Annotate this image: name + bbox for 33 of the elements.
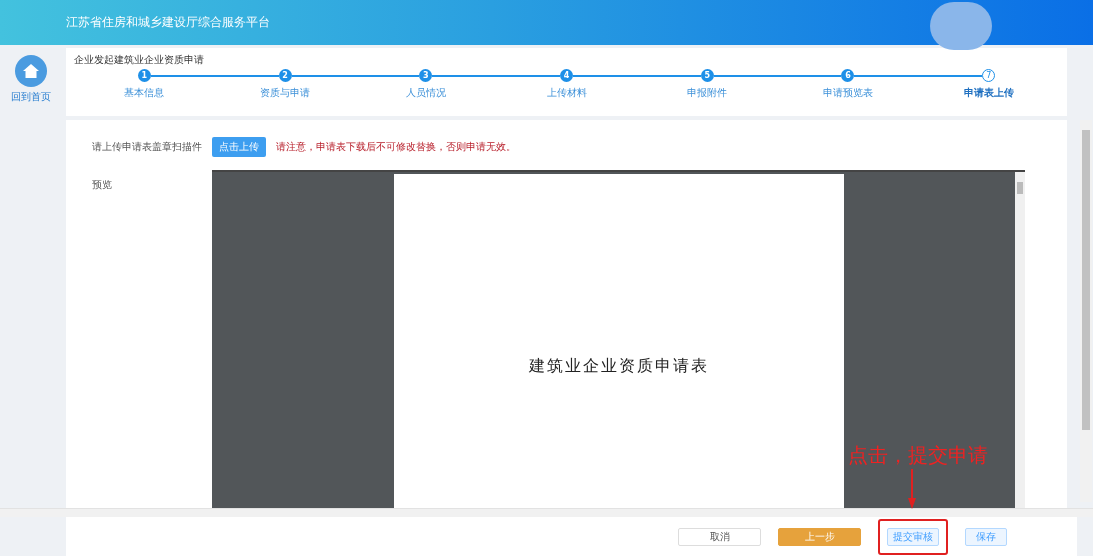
step-label[interactable]: 人员情况: [405, 86, 446, 100]
action-button[interactable]: 保存: [965, 528, 1007, 546]
step-number: 6: [841, 69, 855, 82]
home-icon: [15, 55, 47, 87]
step-label[interactable]: 基本信息: [124, 86, 165, 100]
previous-button[interactable]: 上一步: [778, 528, 861, 546]
step-label[interactable]: 上传材料: [546, 86, 587, 100]
upload-label: 请上传申请表盖章扫描件: [92, 140, 203, 154]
annotation-text: 点击，提交申请: [848, 442, 988, 469]
cancel-button[interactable]: 取消: [678, 528, 761, 546]
step-number: 4: [560, 69, 573, 82]
page-scrollbar[interactable]: [1080, 120, 1092, 502]
step-number: 2: [278, 69, 292, 82]
warning-notice: 请注意，申请表下载后不可修改替换，否则申请无效。: [276, 140, 516, 154]
upload-button[interactable]: 点击上传: [212, 137, 266, 157]
annotation-arrow: [907, 469, 917, 509]
step-number: 1: [137, 69, 151, 82]
preview-label: 预览: [92, 178, 113, 192]
step-label[interactable]: 申请表上传: [963, 86, 1014, 100]
step-number: 7: [982, 69, 996, 82]
avatar-icon[interactable]: [930, 2, 992, 50]
home-link[interactable]: 回到首页: [11, 55, 51, 508]
step-number: 5: [700, 69, 714, 82]
step-label[interactable]: 申请预览表: [822, 86, 873, 100]
step-number: 3: [419, 69, 433, 82]
site-title: 江苏省住房和城乡建设厅综合服务平台: [66, 14, 270, 31]
step-label[interactable]: 申报附件: [687, 86, 728, 100]
viewer-scrollbar[interactable]: [1015, 172, 1025, 508]
document-title: 建筑业企业资质申请表: [528, 356, 709, 377]
action-button[interactable]: 提交审核: [887, 528, 939, 546]
form-title: 企业发起建筑业企业资质申请: [74, 53, 205, 66]
horizontal-scrollbar[interactable]: [0, 508, 1093, 517]
step-label[interactable]: 资质与申请: [260, 86, 311, 100]
